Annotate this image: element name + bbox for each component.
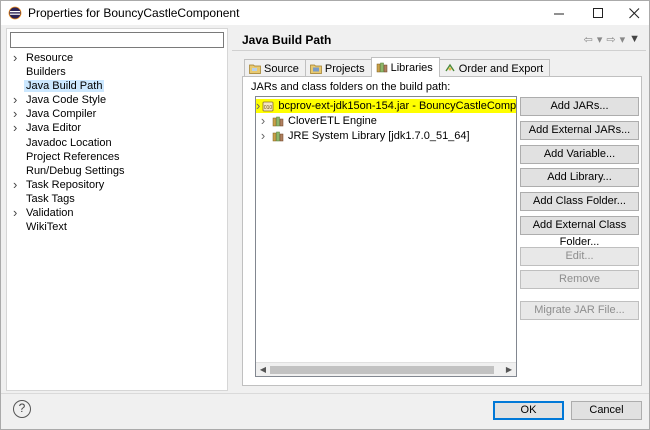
ok-button[interactable]: OK (493, 401, 564, 420)
cancel-button[interactable]: Cancel (571, 401, 642, 420)
jar-icon: 010 (262, 101, 274, 112)
build-path-entry[interactable]: › 010 bcprov-ext-jdk15on-154.jar - BouncyC… (256, 99, 516, 113)
sidebar-item-java-code-style[interactable]: › Java Code Style (7, 93, 227, 107)
sidebar-item-label: Task Tags (26, 192, 75, 205)
sidebar-item-label: Java Editor (26, 122, 82, 135)
build-path-entry[interactable]: › JRE System Library [jdk1.7.0_51_64] (256, 129, 470, 143)
window-title: Properties for BouncyCastleComponent (28, 6, 240, 20)
sidebar-item-task-repository[interactable]: › Task Repository (7, 177, 227, 192)
add-variable-button[interactable]: Add Variable... (520, 145, 639, 164)
sidebar-item-label: Resource (26, 52, 74, 64)
page-title: Java Build Path (242, 33, 332, 47)
tab-label: Source (264, 62, 299, 75)
tab-label: Libraries (390, 61, 433, 74)
order-export-icon (444, 63, 456, 74)
footer-separator (1, 393, 649, 394)
library-icon (272, 131, 284, 142)
build-path-entries[interactable]: › 010 bcprov-ext-jdk15on-154.jar - BouncyC… (255, 96, 517, 377)
entry-label: bcprov-ext-jdk15on-154.jar - BouncyCastl… (278, 100, 517, 112)
sidebar-item-javadoc-location[interactable]: Javadoc Location (7, 136, 227, 150)
chevron-right-icon[interactable]: › (13, 93, 23, 107)
tab-order-and-export[interactable]: Order and Export (438, 59, 551, 77)
horizontal-scrollbar[interactable]: ◀ ▶ (256, 362, 516, 376)
add-class-folder-button[interactable]: Add Class Folder... (520, 192, 639, 211)
chevron-right-icon[interactable]: › (13, 107, 23, 121)
libraries-icon (376, 62, 388, 73)
source-folder-icon (249, 63, 261, 74)
sidebar-item-validation[interactable]: › Validation (7, 206, 227, 220)
property-page-list: › Resource Builders Java Build Path › Java Co… (6, 28, 228, 391)
add-library-button[interactable]: Add Library... (520, 168, 639, 187)
entry-label: CloverETL Engine (288, 115, 377, 127)
scroll-left-icon[interactable]: ◀ (257, 364, 269, 376)
sidebar-item-label: Java Build Path (24, 80, 105, 93)
migrate-jar-file-button[interactable]: Migrate JAR File... (520, 301, 639, 320)
scrollbar-thumb[interactable] (270, 366, 494, 374)
build-path-description: JARs and class folders on the build path… (251, 81, 451, 93)
minimize-icon[interactable] (537, 1, 581, 25)
sidebar-item-resource[interactable]: › Resource (7, 51, 227, 65)
help-icon[interactable]: ? (13, 400, 31, 418)
tab-source[interactable]: Source (244, 59, 306, 77)
sidebar-item-builders[interactable]: Builders (7, 65, 227, 79)
projects-folder-icon (310, 63, 322, 74)
add-external-class-folder-button[interactable]: Add External Class Folder... (520, 216, 639, 248)
sidebar-item-wikitext[interactable]: WikiText (7, 220, 227, 234)
edit-button[interactable]: Edit... (520, 247, 639, 266)
remove-button[interactable]: Remove (520, 270, 639, 289)
sidebar-item-label: Builders (26, 66, 66, 79)
close-icon[interactable] (612, 1, 650, 25)
view-menu-icon[interactable]: ▼ (629, 33, 640, 46)
eclipse-icon (8, 6, 22, 20)
sidebar-item-task-tags[interactable]: Task Tags (7, 192, 227, 206)
title-bar: Properties for BouncyCastleComponent (1, 1, 649, 25)
tab-libraries[interactable]: Libraries (370, 57, 440, 77)
add-external-jars-button[interactable]: Add External JARs... (520, 121, 639, 140)
chevron-down-icon[interactable]: ▾ (597, 33, 603, 46)
back-arrow-icon[interactable]: ⇦ (584, 33, 593, 46)
title-separator (232, 50, 646, 51)
forward-arrow-icon[interactable]: ⇨ (606, 33, 615, 46)
sidebar-item-run-debug-settings[interactable]: Run/Debug Settings (7, 164, 227, 178)
chevron-right-icon[interactable]: › (256, 114, 270, 128)
sidebar-item-label: Task Repository (26, 178, 105, 191)
java-build-path-page: Java Build Path ⇦ ▾ ⇨ ▾ ▼ Source Projects… (232, 28, 646, 391)
tab-label: Projects (324, 62, 365, 75)
filter-input[interactable] (10, 32, 224, 48)
chevron-right-icon[interactable]: › (13, 121, 23, 135)
sidebar-item-label: Run/Debug Settings (26, 164, 125, 177)
tab-projects[interactable]: Projects (304, 59, 372, 77)
chevron-down-icon[interactable]: ▾ (620, 33, 626, 46)
entry-label: JRE System Library [jdk1.7.0_51_64] (288, 130, 470, 142)
property-tree: › Resource Builders Java Build Path › Java Co… (7, 51, 227, 234)
sidebar-item-label: WikiText (26, 221, 67, 234)
scroll-right-icon[interactable]: ▶ (503, 364, 515, 376)
properties-dialog: Properties for BouncyCastleComponent › Re… (0, 0, 650, 430)
add-jars-button[interactable]: Add JARs... (520, 97, 639, 116)
sidebar-item-java-build-path[interactable]: Java Build Path (7, 79, 227, 93)
chevron-right-icon[interactable]: › (13, 51, 23, 65)
sidebar-item-label: Java Code Style (26, 94, 107, 107)
library-icon (272, 116, 284, 127)
chevron-right-icon[interactable]: › (13, 177, 23, 192)
tab-label: Order and Export (458, 62, 544, 75)
sidebar-item-java-compiler[interactable]: › Java Compiler (7, 107, 227, 121)
svg-text:010: 010 (264, 105, 273, 111)
build-path-entry[interactable]: › CloverETL Engine (256, 114, 377, 128)
sidebar-item-label: Javadoc Location (26, 136, 112, 149)
chevron-right-icon[interactable]: › (256, 129, 270, 143)
chevron-right-icon[interactable]: › (13, 206, 23, 220)
sidebar-item-label: Java Compiler (26, 108, 97, 121)
sidebar-item-label: Project References (26, 150, 120, 163)
sidebar-item-project-references[interactable]: Project References (7, 150, 227, 164)
libraries-tab-content: JARs and class folders on the build path… (242, 76, 642, 386)
tab-bar: Source Projects Libraries Order and Export (244, 57, 551, 77)
sidebar-item-label: Validation (26, 207, 74, 220)
sidebar-item-java-editor[interactable]: › Java Editor (7, 121, 227, 135)
history-navigation: ⇦ ▾ ⇨ ▾ ▼ (584, 33, 640, 46)
chevron-right-icon[interactable]: › (256, 99, 260, 113)
